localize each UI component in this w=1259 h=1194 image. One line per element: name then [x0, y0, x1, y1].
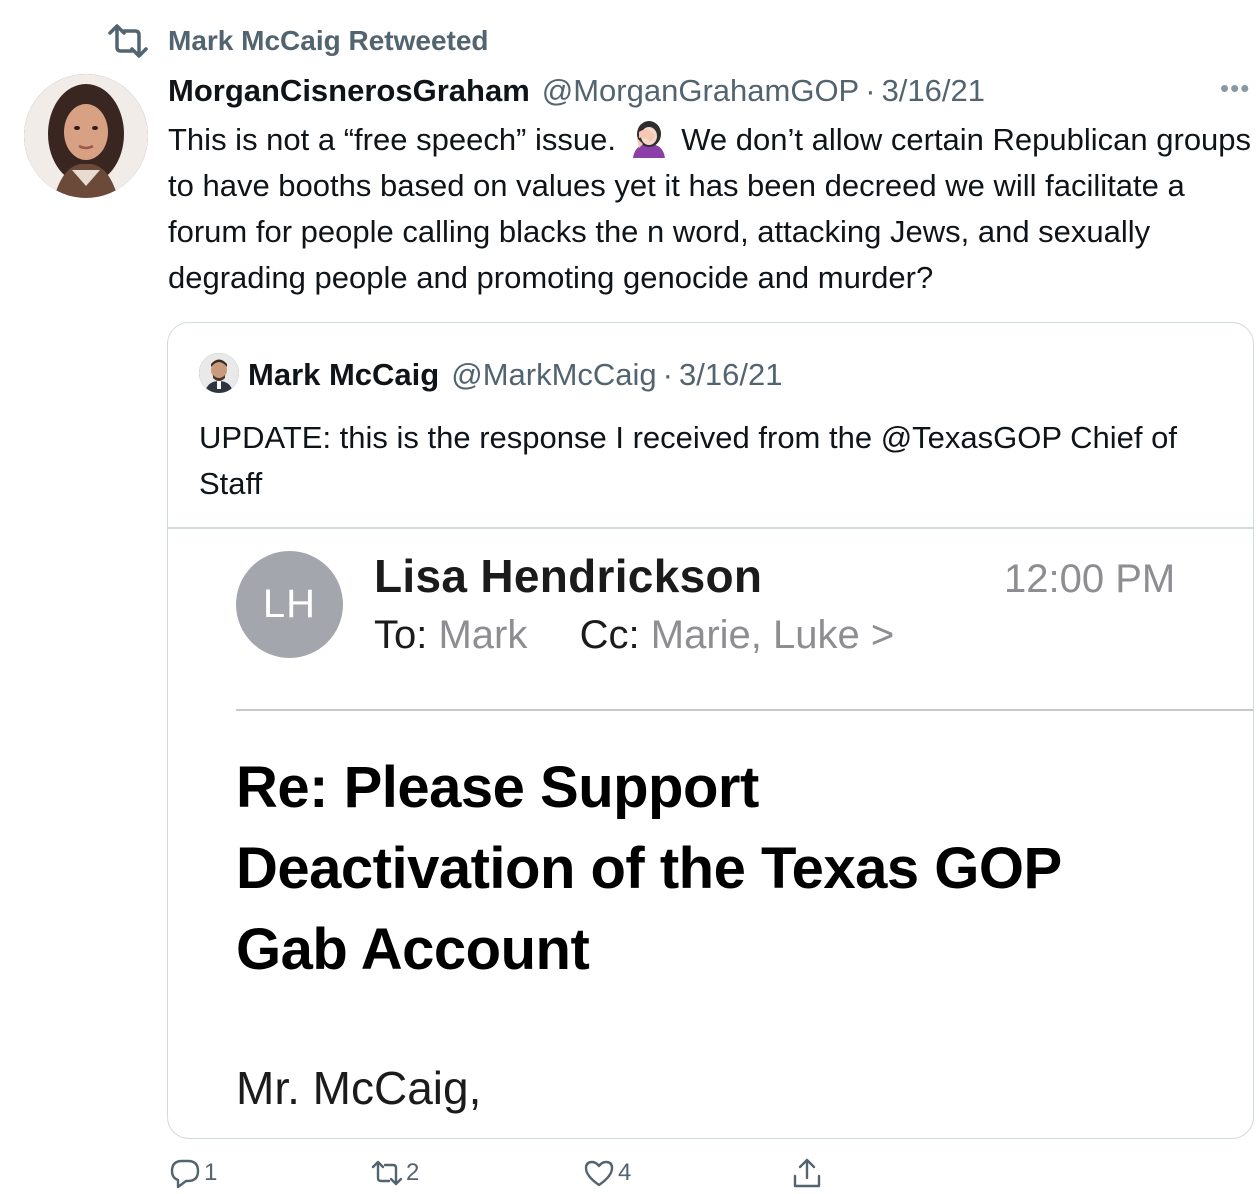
like-count: 4 — [618, 1159, 632, 1186]
retweet-icon — [108, 24, 148, 58]
quoted-author-avatar[interactable] — [199, 353, 239, 393]
avatar-photo — [24, 74, 148, 198]
email-time: 12:00 PM — [1004, 557, 1176, 601]
chevron-right-icon: > — [870, 613, 895, 657]
quoted-tweet-text: UPDATE: this is the response I received … — [199, 420, 1177, 501]
email-cc-value: Marie, Luke — [650, 613, 860, 657]
quoted-tweet-header: Mark McCaig @MarkMcCaig · 3/16/21 — [248, 355, 782, 395]
tweet-action-bar: 1 2 4 — [168, 1156, 868, 1194]
woman-facepalming-icon — [629, 120, 669, 158]
more-options-icon[interactable]: ••• — [1220, 75, 1256, 102]
quoted-separator-dot: · — [662, 357, 673, 392]
email-subject-line: Gab Account — [236, 917, 590, 982]
email-to-label: To: — [374, 613, 428, 657]
reply-button[interactable]: 1 — [168, 1156, 217, 1190]
email-subject-line: Deactivation of the Texas GOP — [236, 836, 1062, 901]
share-icon — [793, 1158, 821, 1188]
quoted-tweet-date[interactable]: 3/16/21 — [679, 357, 782, 393]
like-button[interactable]: 4 — [582, 1156, 631, 1190]
email-sender-name: Lisa Hendrickson — [374, 550, 763, 602]
email-separator — [236, 709, 1253, 711]
author-avatar[interactable] — [24, 74, 148, 198]
retweet-count: 2 — [406, 1159, 420, 1186]
email-cc-label: Cc: — [579, 613, 640, 657]
email-to-value: Mark — [438, 613, 528, 657]
retweet-banner-label[interactable]: Mark McCaig Retweeted — [168, 25, 489, 57]
tweet-date[interactable]: 3/16/21 — [882, 73, 985, 109]
email-subject: Re: Please Support Deactivation of the T… — [236, 747, 1196, 990]
quoted-media-divider — [168, 527, 1253, 529]
email-recipients: To: Mark Cc: Marie, Luke > — [374, 613, 894, 658]
quoted-tweet-card[interactable]: Mark McCaig @MarkMcCaig · 3/16/21 UPDATE… — [167, 322, 1254, 1139]
author-name[interactable]: MorganCisnerosGraham — [168, 73, 530, 109]
retweet-icon — [371, 1160, 403, 1186]
email-subject-line: Re: Please Support — [236, 755, 759, 820]
tweet-text-part1: This is not a “free speech” issue. — [168, 122, 616, 157]
email-greeting: Mr. McCaig, — [236, 1062, 482, 1114]
quoted-author-name[interactable]: Mark McCaig — [248, 357, 439, 393]
heart-icon — [584, 1160, 614, 1187]
reply-icon — [170, 1159, 200, 1189]
reply-count: 1 — [204, 1159, 218, 1186]
retweet-banner: Mark McCaig Retweeted — [106, 22, 489, 60]
separator-dot: · — [865, 73, 876, 108]
tweet-header: MorganCisnerosGraham @MorganGrahamGOP · … — [168, 70, 985, 112]
retweet-button[interactable]: 2 — [370, 1156, 419, 1190]
tweet-text: This is not a “free speech” issue. We do… — [168, 117, 1253, 301]
quoted-author-handle[interactable]: @MarkMcCaig — [451, 357, 656, 393]
author-handle[interactable]: @MorganGrahamGOP — [542, 73, 859, 109]
share-button[interactable] — [790, 1156, 826, 1190]
email-sender-avatar: LH — [236, 551, 343, 658]
